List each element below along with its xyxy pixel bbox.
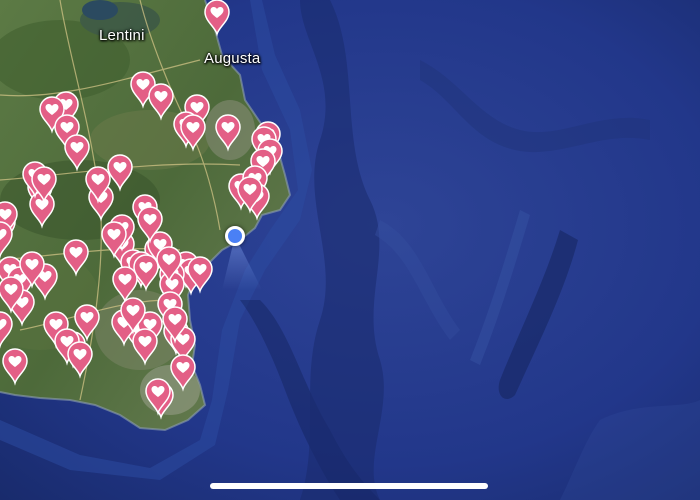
heart-pin-icon[interactable] [101, 221, 127, 259]
heart-pin-icon[interactable] [148, 83, 174, 121]
heart-pin-icon[interactable] [120, 297, 146, 335]
my-location-dot-icon[interactable] [225, 226, 245, 246]
heart-pin-icon[interactable] [2, 348, 28, 386]
heart-pin-icon[interactable] [64, 134, 90, 172]
lake [82, 0, 118, 20]
city-label-lentini[interactable]: Lentini [99, 27, 145, 44]
heart-pin-icon[interactable] [215, 114, 241, 152]
heart-pin-icon[interactable] [237, 176, 263, 214]
heart-pin-icon[interactable] [85, 166, 111, 204]
heart-pin-icon[interactable] [137, 206, 163, 244]
heart-pin-icon[interactable] [145, 378, 171, 416]
heart-pin-icon[interactable] [63, 239, 89, 277]
heart-pin-icon[interactable] [180, 114, 206, 152]
heart-pin-icon[interactable] [0, 311, 13, 349]
heart-pin-icon[interactable] [187, 256, 213, 294]
heart-pin-icon[interactable] [162, 306, 188, 344]
heart-pin-icon[interactable] [204, 0, 230, 37]
home-indicator-bar[interactable] [210, 483, 488, 489]
heart-pin-icon[interactable] [156, 246, 182, 284]
city-label-augusta[interactable]: Augusta [204, 50, 260, 67]
heart-pin-icon[interactable] [0, 221, 13, 259]
heart-pin-icon[interactable] [31, 166, 57, 204]
heart-pin-icon[interactable] [67, 341, 93, 379]
heart-pin-icon[interactable] [19, 251, 45, 289]
